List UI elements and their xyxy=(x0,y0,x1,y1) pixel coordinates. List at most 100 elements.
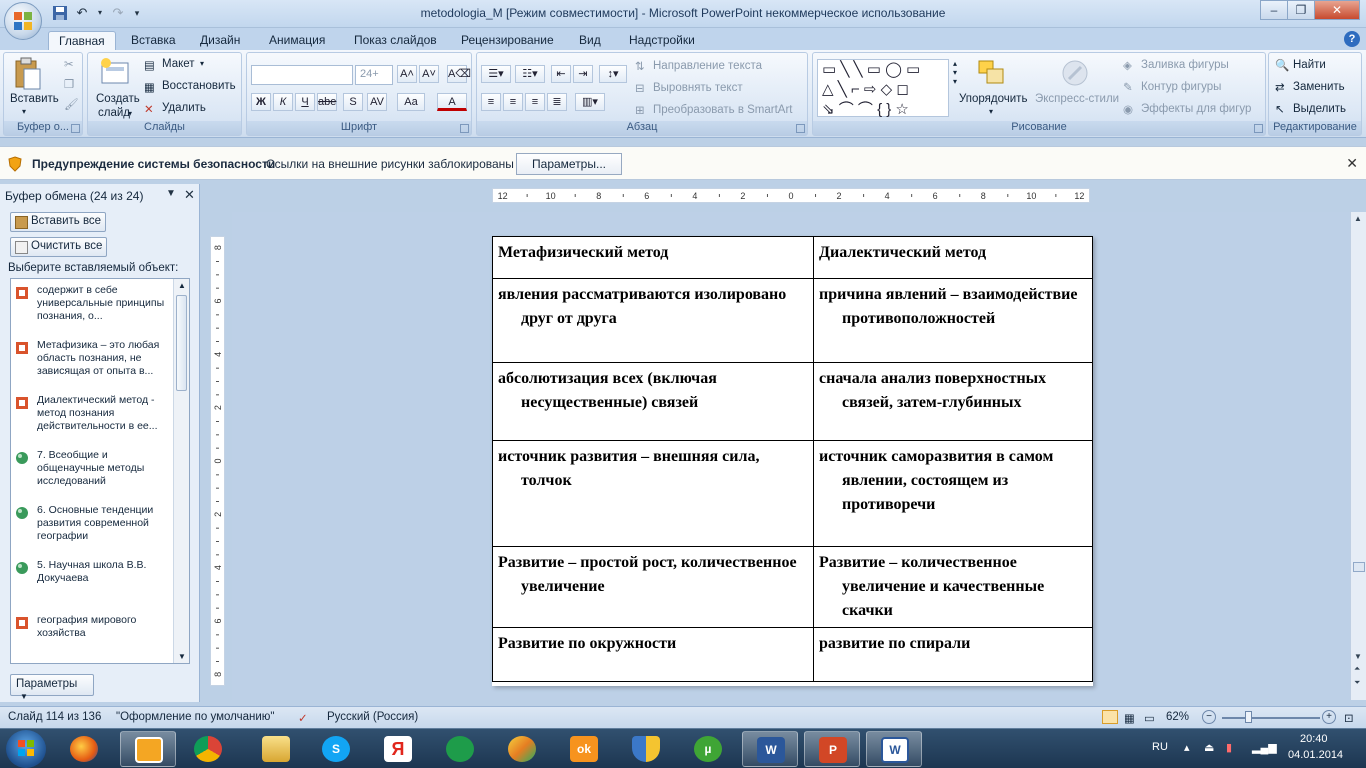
new-slide-button[interactable]: Создать xyxy=(96,93,140,105)
underline-button[interactable]: Ч xyxy=(295,93,315,111)
clipboard-options-button[interactable]: Параметры ▼ xyxy=(10,674,94,701)
slideshow-icon[interactable]: ▭ xyxy=(1144,711,1155,725)
numbering-icon[interactable]: ☷▾ xyxy=(515,65,545,83)
table-cell[interactable]: абсолютизация всех (включая несущественн… xyxy=(492,362,814,441)
tab-view[interactable]: Вид xyxy=(569,31,611,50)
usb-icon[interactable]: ⏏ xyxy=(1204,741,1214,754)
font-size-field[interactable]: 24+ xyxy=(355,65,393,85)
scroll-up-icon[interactable]: ▲ xyxy=(178,281,186,290)
align-text-button[interactable]: Выровнять текст xyxy=(653,82,743,94)
list-item[interactable]: 6. Основные тенденции развития современн… xyxy=(15,504,171,556)
scrollbar-thumb[interactable] xyxy=(176,295,187,391)
tab-review[interactable]: Рецензирование xyxy=(451,31,564,50)
tab-addins[interactable]: Надстройки xyxy=(619,31,705,50)
paste-button[interactable]: Вставить xyxy=(10,93,59,105)
previous-slide-icon[interactable]: ⏶ xyxy=(1354,664,1360,674)
shadow-button[interactable]: S xyxy=(343,93,363,111)
yandex-icon[interactable]: Я xyxy=(370,731,426,767)
close-icon[interactable]: ✕ xyxy=(184,187,195,203)
paragraph-launcher-icon[interactable] xyxy=(796,124,805,133)
font-launcher-icon[interactable] xyxy=(460,124,469,133)
clear-all-button[interactable]: Очистить все xyxy=(10,237,108,257)
table-cell[interactable]: источник развития – внешняя сила, толчок xyxy=(492,440,814,547)
select-button[interactable]: Выделить xyxy=(1293,103,1346,115)
paste-all-button[interactable]: Вставить все xyxy=(10,212,107,232)
explorer-icon[interactable] xyxy=(248,731,304,767)
align-right-icon[interactable]: ≡ xyxy=(525,93,545,111)
close-icon[interactable]: ✕ xyxy=(1346,155,1358,172)
security-shield-icon[interactable] xyxy=(618,731,674,767)
arrange-dropdown-icon[interactable]: ▾ xyxy=(989,107,993,116)
slide-sorter-icon[interactable]: ▦ xyxy=(1124,711,1135,725)
skype-icon[interactable]: S xyxy=(308,731,364,767)
firefox-icon[interactable] xyxy=(56,731,112,767)
shape-fill-button[interactable]: Заливка фигуры xyxy=(1141,59,1229,71)
char-spacing-button[interactable]: AV xyxy=(367,93,387,111)
scroll-down-icon[interactable]: ▼ xyxy=(178,652,186,661)
table-cell[interactable]: Развитие по окружности xyxy=(492,627,814,682)
language-indicator[interactable]: Русский (Россия) xyxy=(327,711,418,723)
restore-slide-button[interactable]: Восстановить xyxy=(162,80,236,92)
utorrent-icon[interactable]: µ xyxy=(680,731,736,767)
slide-canvas[interactable]: Метафизический метод Диалектический мето… xyxy=(492,236,1093,686)
restore-button[interactable]: ❐ xyxy=(1287,0,1315,20)
strike-button[interactable]: abe xyxy=(317,93,337,111)
table-cell[interactable]: источник саморазвития в самом явлении, с… xyxy=(813,440,1093,547)
next-slide-icon[interactable]: ⏷ xyxy=(1354,678,1360,688)
grow-font-icon[interactable]: A˄ xyxy=(397,65,417,83)
arrange-icon[interactable] xyxy=(975,57,1007,89)
shrink-font-icon[interactable]: A˅ xyxy=(419,65,439,83)
list-item[interactable]: Метафизика – это любая область познания,… xyxy=(15,339,171,391)
normal-view-icon[interactable] xyxy=(1102,710,1118,724)
tab-insert[interactable]: Вставка xyxy=(121,31,186,50)
paste-dropdown-icon[interactable]: ▾ xyxy=(22,107,26,116)
shape-effects-button[interactable]: Эффекты для фигур xyxy=(1141,103,1251,115)
comparison-table[interactable]: Метафизический метод Диалектический мето… xyxy=(492,236,1093,682)
shape-outline-button[interactable]: Контур фигуры xyxy=(1141,81,1221,93)
chrome-icon[interactable] xyxy=(180,731,236,767)
table-cell[interactable]: сначала анализ поверхностных связей, зат… xyxy=(813,362,1093,441)
list-item[interactable]: Диалектический метод - метод познания де… xyxy=(15,394,171,446)
table-cell[interactable]: явления рассматриваются изолировано друг… xyxy=(492,278,814,363)
help-icon[interactable]: ? xyxy=(1344,31,1360,47)
clipboard-launcher-icon[interactable] xyxy=(71,124,80,133)
scroll-down-icon[interactable]: ▼ xyxy=(1354,652,1362,661)
format-painter-icon[interactable]: 🖌 xyxy=(64,97,79,111)
bold-button[interactable]: Ж xyxy=(251,93,271,111)
quick-styles-icon[interactable] xyxy=(1059,57,1091,89)
list-item[interactable]: география мирового хозяйства xyxy=(15,614,171,663)
zoom-in-icon[interactable]: + xyxy=(1322,710,1336,724)
table-cell[interactable]: Развитие – простой рост, количественное … xyxy=(492,546,814,628)
chevron-down-icon[interactable]: ▼ xyxy=(166,188,176,199)
table-cell[interactable]: причина явлений – взаимодействие противо… xyxy=(813,278,1093,363)
signal-icon[interactable]: ▂▄▆ xyxy=(1252,741,1277,754)
font-name-field[interactable] xyxy=(251,65,353,85)
quick-styles-button[interactable]: Экспресс-стили xyxy=(1035,93,1119,105)
minimize-button[interactable]: – xyxy=(1260,0,1288,20)
decrease-indent-icon[interactable]: ⇤ xyxy=(551,65,571,83)
arrange-button[interactable]: Упорядочить xyxy=(959,93,1027,105)
list-item[interactable]: 7. Всеобщие и общенаучные методы исследо… xyxy=(15,449,171,501)
start-button[interactable] xyxy=(6,730,46,768)
align-center-icon[interactable]: ≡ xyxy=(503,93,523,111)
scroll-up-icon[interactable]: ▲ xyxy=(1354,214,1362,223)
fit-to-window-icon[interactable]: ⊡ xyxy=(1344,711,1354,725)
justify-icon[interactable]: ≣ xyxy=(547,93,567,111)
replace-button[interactable]: Заменить xyxy=(1293,81,1345,93)
shapes-scroll-icon[interactable]: ▴ ▾ ▾ xyxy=(953,59,957,86)
close-button[interactable]: ✕ xyxy=(1314,0,1360,20)
radio-icon[interactable] xyxy=(432,731,488,767)
theme-name[interactable]: "Оформление по умолчанию" xyxy=(116,711,274,723)
table-cell[interactable]: развитие по спирали xyxy=(813,627,1093,682)
tab-slideshow[interactable]: Показ слайдов xyxy=(344,31,447,50)
zoom-out-icon[interactable]: − xyxy=(1202,710,1216,724)
drawing-launcher-icon[interactable] xyxy=(1254,124,1263,133)
zoom-level[interactable]: 62% xyxy=(1166,711,1189,723)
word-document-icon[interactable]: W xyxy=(866,731,922,767)
paste-icon[interactable] xyxy=(12,57,44,90)
delete-slide-button[interactable]: Удалить xyxy=(162,102,206,114)
scrollbar-thumb[interactable] xyxy=(1353,562,1365,572)
powerpoint-icon[interactable]: P xyxy=(804,731,860,767)
align-left-icon[interactable]: ≡ xyxy=(481,93,501,111)
find-button[interactable]: Найти xyxy=(1293,59,1326,71)
